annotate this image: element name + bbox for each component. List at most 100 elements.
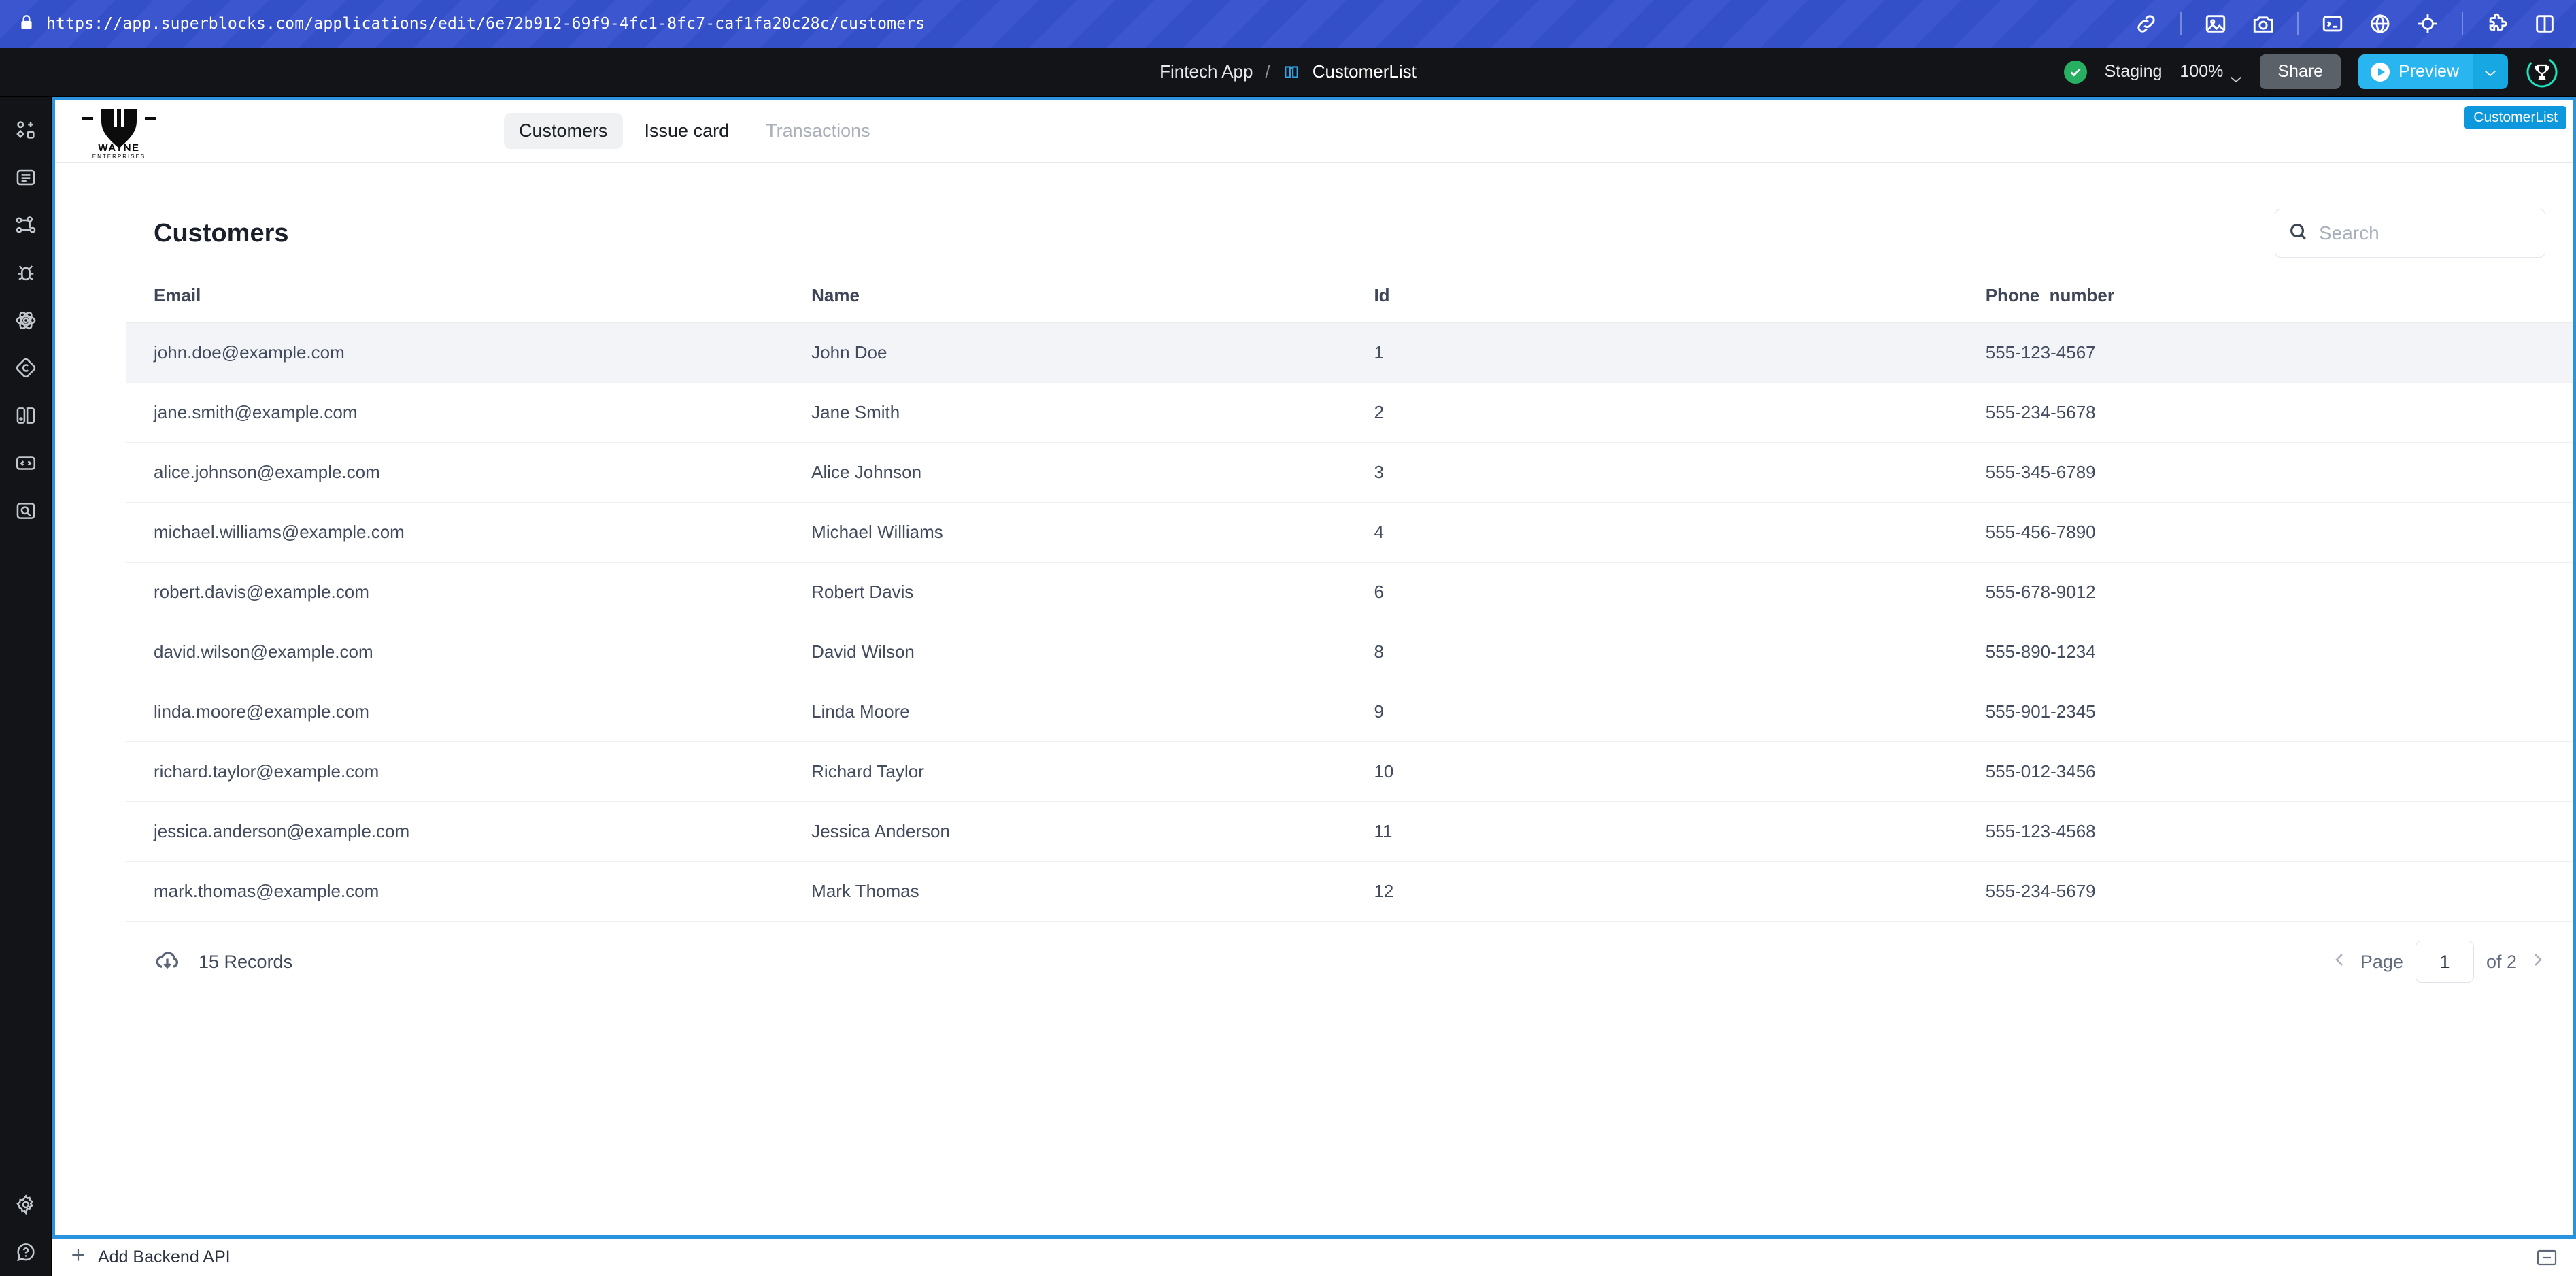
cloud-download-icon[interactable] [154,947,181,977]
split-panel-icon[interactable] [2531,10,2558,37]
column-header-phone-number[interactable]: Phone_number [1986,273,2573,323]
table-header-row: Customers Search [126,190,2573,273]
cell-email: jane.smith@example.com [126,383,811,443]
globe-icon[interactable] [2367,10,2394,37]
tab-customers[interactable]: Customers [504,113,623,149]
cell-name: Jane Smith [811,383,1374,443]
table-row[interactable]: jane.smith@example.com Jane Smith 2 555-… [126,383,2573,443]
column-header-id[interactable]: Id [1374,273,1985,323]
cell-id: 3 [1374,443,1985,503]
bottom-panel-bar: Add Backend API [52,1238,2576,1276]
bug-icon[interactable] [7,249,45,297]
toolbar-divider [2297,12,2299,35]
zoom-selector[interactable]: 100% [2180,62,2242,82]
canvas-area: CustomerList WAYNE ENTERPRISES [52,97,2576,1276]
cell-email: david.wilson@example.com [126,622,811,682]
page-number-input[interactable]: 1 [2416,941,2474,983]
search-input[interactable]: Search [2275,209,2545,258]
check-circle-icon [2064,61,2087,84]
selection-badge[interactable]: CustomerList [2464,106,2566,129]
terminal-icon[interactable] [2319,10,2346,37]
table-row[interactable]: mark.thomas@example.com Mark Thomas 12 5… [126,862,2573,922]
preview-button[interactable]: Preview [2358,54,2473,89]
table-body: john.doe@example.com John Doe 1 555-123-… [126,323,2573,922]
total-pages-label: of 2 [2486,952,2517,973]
pagination: Page 1 of 2 [2332,941,2545,983]
collapse-panel-icon[interactable] [2535,1248,2558,1267]
cell-email: john.doe@example.com [126,323,811,383]
table-row[interactable]: michael.williams@example.com Michael Wil… [126,503,2573,563]
cell-id: 1 [1374,323,1985,383]
cell-name: Mark Thomas [811,862,1374,922]
puzzle-icon[interactable] [2484,10,2511,37]
atom-icon[interactable] [7,297,45,344]
share-button[interactable]: Share [2260,54,2341,89]
cell-email: mark.thomas@example.com [126,862,811,922]
inspect-search-icon[interactable] [7,487,45,535]
plus-icon [69,1246,87,1269]
url-text[interactable]: https://app.superblocks.com/applications… [46,15,925,33]
target-icon[interactable] [2414,10,2441,37]
code-icon[interactable] [7,439,45,487]
gear-icon[interactable] [7,1181,45,1228]
column-header-email[interactable]: Email [126,273,811,323]
add-backend-api-button[interactable]: Add Backend API [69,1246,231,1269]
cell-phone: 555-234-5679 [1986,862,2573,922]
table-row[interactable]: jessica.anderson@example.com Jessica And… [126,802,2573,862]
chevron-left-icon[interactable] [2332,952,2348,973]
chevron-right-icon[interactable] [2529,952,2545,973]
nav-tabs: Customers Issue card Transactions [504,113,885,149]
tab-transactions[interactable]: Transactions [751,113,885,149]
app-bar-actions: Staging 100% Share Preview [2064,54,2576,89]
lock-icon [18,14,35,34]
customers-table[interactable]: Email Name Id Phone_number john.doe@exam… [126,273,2573,922]
table-row[interactable]: robert.davis@example.com Robert Davis 6 … [126,563,2573,622]
image-icon[interactable] [2202,10,2229,37]
search-icon [2288,221,2309,246]
table-row[interactable]: linda.moore@example.com Linda Moore 9 55… [126,682,2573,742]
key-diamond-icon[interactable] [7,344,45,392]
cell-id: 8 [1374,622,1985,682]
table-row[interactable]: richard.taylor@example.com Richard Taylo… [126,742,2573,802]
environment-label[interactable]: Staging [2105,62,2163,82]
page-list-icon[interactable] [7,154,45,201]
cell-phone: 555-901-2345 [1986,682,2573,742]
column-header-name[interactable]: Name [811,273,1374,323]
camera-icon[interactable] [2250,10,2277,37]
help-icon[interactable] [7,1228,45,1276]
add-component-icon[interactable] [7,106,45,154]
cell-id: 4 [1374,503,1985,563]
wayne-enterprises-logo: WAYNE ENTERPRISES [78,102,160,161]
book-page-icon [1283,63,1300,81]
table-row[interactable]: john.doe@example.com John Doe 1 555-123-… [126,323,2573,383]
cell-id: 9 [1374,682,1985,742]
table-title: Customers [154,219,289,248]
left-rail [0,97,52,1276]
table-header: Email Name Id Phone_number [126,273,2573,323]
link-icon[interactable] [2133,10,2160,37]
preview-dropdown-button[interactable] [2473,54,2508,89]
browser-toolbar: https://app.superblocks.com/applications… [0,0,2576,48]
table-row[interactable]: alice.johnson@example.com Alice Johnson … [126,443,2573,503]
table-row[interactable]: david.wilson@example.com David Wilson 8 … [126,622,2573,682]
app-canvas[interactable]: CustomerList WAYNE ENTERPRISES [52,97,2576,1238]
workflow-icon[interactable] [7,201,45,249]
avatar[interactable] [2526,56,2558,88]
customers-table-card: Customers Search Email Name Id [126,190,2573,1003]
cell-id: 12 [1374,862,1985,922]
cell-name: Richard Taylor [811,742,1374,802]
breadcrumb-page-name[interactable]: CustomerList [1312,61,1417,82]
svg-text:WAYNE: WAYNE [98,142,139,154]
zoom-level-label: 100% [2180,62,2223,82]
cell-phone: 555-123-4568 [1986,802,2573,862]
theme-palette-icon[interactable] [7,392,45,439]
cell-id: 2 [1374,383,1985,443]
cell-name: Alice Johnson [811,443,1374,503]
tab-issue-card[interactable]: Issue card [630,113,745,149]
svg-text:ENTERPRISES: ENTERPRISES [92,154,146,160]
breadcrumb-app-name[interactable]: Fintech App [1159,61,1253,82]
cell-email: michael.williams@example.com [126,503,811,563]
cell-id: 11 [1374,802,1985,862]
app-top-bar: Fintech App / CustomerList Staging 100% … [0,48,2576,97]
records-summary: 15 Records [154,947,292,977]
